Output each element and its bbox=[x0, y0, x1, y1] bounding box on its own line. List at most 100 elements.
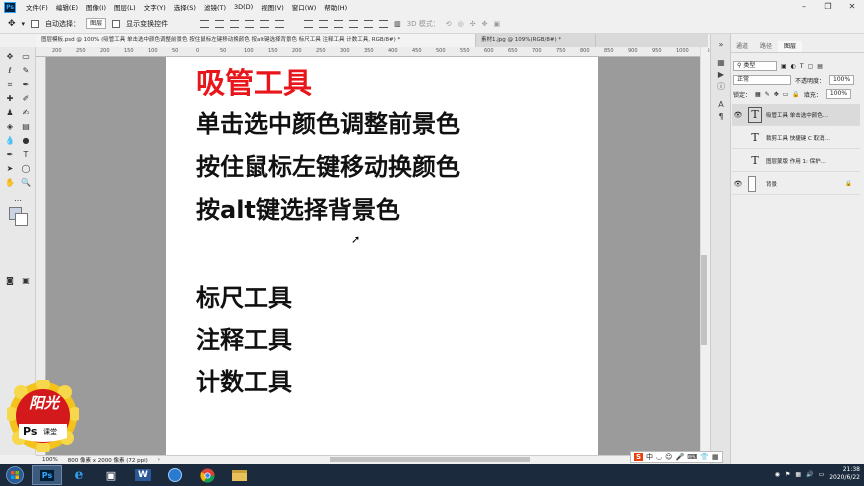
layer-filter-dropdown[interactable]: ⚲ 类型 bbox=[733, 61, 777, 71]
tray-icon-1[interactable]: ◉ bbox=[775, 471, 780, 478]
filter-type-icon[interactable]: T bbox=[800, 63, 804, 70]
menu-file[interactable]: 文件(F) bbox=[22, 2, 52, 12]
auto-select-dropdown[interactable]: 图层 bbox=[86, 18, 107, 29]
tray-volume-icon[interactable]: 🔊 bbox=[806, 471, 813, 478]
menu-help[interactable]: 帮助(H) bbox=[320, 2, 351, 12]
brush-tool-icon[interactable]: ✐ bbox=[19, 93, 33, 104]
ime-skin-icon[interactable]: 👕 bbox=[700, 453, 709, 461]
show-transform-checkbox[interactable] bbox=[112, 19, 121, 28]
ime-punct-icon[interactable]: ◡ bbox=[656, 453, 662, 461]
align-left-icon[interactable] bbox=[245, 19, 255, 28]
sogou-logo-icon[interactable]: S bbox=[634, 453, 644, 461]
more-tools-icon[interactable]: ⋯ bbox=[11, 195, 25, 206]
layer-row[interactable]: T 图层蒙版 作用 1: 保护... bbox=[732, 150, 860, 172]
pen-tool-icon[interactable]: ✒ bbox=[3, 149, 17, 160]
distribute-bottom-icon[interactable] bbox=[334, 19, 344, 28]
taskbar-app-icon[interactable] bbox=[160, 465, 190, 485]
artboard-tool-icon[interactable]: ▭ bbox=[19, 51, 33, 62]
tool-preset-arrow-icon[interactable]: ▾ bbox=[22, 20, 26, 28]
menu-type[interactable]: 文字(Y) bbox=[140, 2, 170, 12]
hand-tool-icon[interactable]: ✋ bbox=[3, 177, 17, 188]
menu-view[interactable]: 视图(V) bbox=[257, 2, 288, 12]
layer-row[interactable]: T 裁剪工具 快捷键 C 取消... bbox=[732, 127, 860, 149]
background-color-swatch[interactable] bbox=[15, 213, 28, 226]
gradient-tool-icon[interactable]: ▤ bbox=[19, 121, 33, 132]
filter-shape-icon[interactable]: ▢ bbox=[808, 63, 814, 70]
menu-filter[interactable]: 滤镜(T) bbox=[200, 2, 230, 12]
tab-paths[interactable]: 路径 bbox=[754, 41, 778, 52]
align-middle-icon[interactable] bbox=[215, 19, 225, 28]
move-tool-icon[interactable]: ✥ bbox=[3, 51, 17, 62]
taskbar-clock[interactable]: 21:38 2020/6/22 bbox=[829, 466, 860, 482]
3d-pan-icon[interactable]: ✣ bbox=[470, 20, 476, 28]
zoom-level[interactable]: 100% bbox=[42, 457, 58, 463]
zoom-tool-icon[interactable]: 🔍 bbox=[19, 177, 33, 188]
start-button[interactable] bbox=[0, 465, 30, 485]
lock-all-icon[interactable]: 🔒 bbox=[792, 91, 799, 98]
tab-document-2[interactable]: 素材1.jpg @ 109%(RGB/8#) * bbox=[476, 34, 596, 47]
ime-keyboard-icon[interactable]: ⌨ bbox=[687, 453, 697, 461]
blur-tool-icon[interactable]: 💧 bbox=[3, 135, 17, 146]
fill-input[interactable]: 100% bbox=[825, 89, 852, 99]
type-tool-icon[interactable]: T bbox=[19, 149, 33, 160]
status-arrow-icon[interactable]: › bbox=[158, 457, 160, 463]
filter-pixel-icon[interactable]: ▣ bbox=[781, 63, 787, 70]
lasso-tool-icon[interactable]: ℓ bbox=[3, 65, 17, 76]
3d-roll-icon[interactable]: ◎ bbox=[458, 20, 464, 28]
move-tool-icon[interactable]: ✥ bbox=[8, 19, 16, 29]
align-right-icon[interactable] bbox=[275, 19, 285, 28]
history-panel-icon[interactable]: ▦ bbox=[715, 58, 727, 68]
minimize-button[interactable]: – bbox=[792, 0, 816, 14]
opacity-input[interactable]: 100% bbox=[829, 75, 855, 85]
healing-brush-icon[interactable]: ✚ bbox=[3, 93, 17, 104]
blend-mode-dropdown[interactable]: 正常 bbox=[733, 75, 791, 85]
close-button[interactable]: ✕ bbox=[840, 0, 864, 14]
horizontal-scroll-thumb[interactable] bbox=[330, 457, 530, 462]
filter-smart-icon[interactable]: ▤ bbox=[817, 63, 823, 70]
crop-tool-icon[interactable]: ⌗ bbox=[3, 79, 17, 90]
quick-mask-icon[interactable]: ◙ bbox=[3, 275, 17, 286]
tab-document-1[interactable]: 图层模板.psd @ 100% (吸管工具 单击选中颜色调整前景色 按住鼠标左键… bbox=[36, 34, 476, 47]
visibility-eye-icon[interactable]: 👁 bbox=[732, 111, 744, 119]
distribute-left-icon[interactable] bbox=[349, 19, 359, 28]
tray-flag-icon[interactable]: ⚑ bbox=[785, 471, 790, 478]
auto-select-checkbox[interactable] bbox=[31, 19, 40, 28]
history-brush-icon[interactable]: ✍ bbox=[19, 107, 33, 118]
quick-select-tool-icon[interactable]: ✎ bbox=[19, 65, 33, 76]
layer-row[interactable]: 👁 T 吸管工具 单击选中颜色... bbox=[732, 104, 860, 126]
distribute-top-icon[interactable] bbox=[304, 19, 314, 28]
tray-network-icon[interactable]: ▦ bbox=[795, 471, 801, 478]
path-select-icon[interactable]: ➤ bbox=[3, 163, 17, 174]
taskbar-photoshop-icon[interactable]: Ps bbox=[32, 465, 62, 485]
tab-channels[interactable]: 通道 bbox=[730, 41, 754, 52]
distribute-middle-icon[interactable] bbox=[319, 19, 329, 28]
vertical-scrollbar[interactable] bbox=[700, 47, 708, 455]
filter-adjust-icon[interactable]: ◐ bbox=[791, 63, 796, 70]
menu-edit[interactable]: 编辑(E) bbox=[52, 2, 82, 12]
ime-toolbar[interactable]: S 中 ◡ ☺ 🎤 ⌨ 👕 ▦ bbox=[630, 451, 723, 463]
distribute-center-icon[interactable] bbox=[364, 19, 374, 28]
collapse-panels-icon[interactable]: » bbox=[715, 40, 727, 50]
eraser-tool-icon[interactable]: ◈ bbox=[3, 121, 17, 132]
ime-emoji-icon[interactable]: ☺ bbox=[665, 453, 672, 461]
3d-slide-icon[interactable]: ✥ bbox=[482, 20, 488, 28]
dodge-tool-icon[interactable]: ● bbox=[19, 135, 33, 146]
ime-language[interactable]: 中 bbox=[646, 452, 653, 462]
visibility-eye-icon[interactable]: 👁 bbox=[732, 180, 744, 188]
restore-button[interactable]: ❐ bbox=[816, 0, 840, 14]
taskbar-explorer-icon[interactable] bbox=[224, 465, 254, 485]
auto-align-icon[interactable]: ▥ bbox=[394, 20, 401, 28]
align-top-icon[interactable] bbox=[200, 19, 210, 28]
menu-window[interactable]: 窗口(W) bbox=[288, 2, 321, 12]
menu-image[interactable]: 图像(I) bbox=[82, 2, 110, 12]
ime-tools-icon[interactable]: ▦ bbox=[712, 453, 719, 461]
character-panel-icon[interactable]: A bbox=[715, 100, 727, 110]
lock-move-icon[interactable]: ✥ bbox=[774, 91, 779, 98]
tab-layers[interactable]: 图层 bbox=[778, 41, 803, 52]
paragraph-panel-icon[interactable]: ¶ bbox=[715, 112, 727, 122]
ime-mic-icon[interactable]: 🎤 bbox=[675, 453, 684, 461]
properties-panel-icon[interactable]: ⓘ bbox=[715, 82, 727, 92]
taskbar-chrome-icon[interactable] bbox=[192, 465, 222, 485]
menu-select[interactable]: 选择(S) bbox=[170, 2, 200, 12]
3d-scale-icon[interactable]: ▣ bbox=[494, 20, 501, 28]
